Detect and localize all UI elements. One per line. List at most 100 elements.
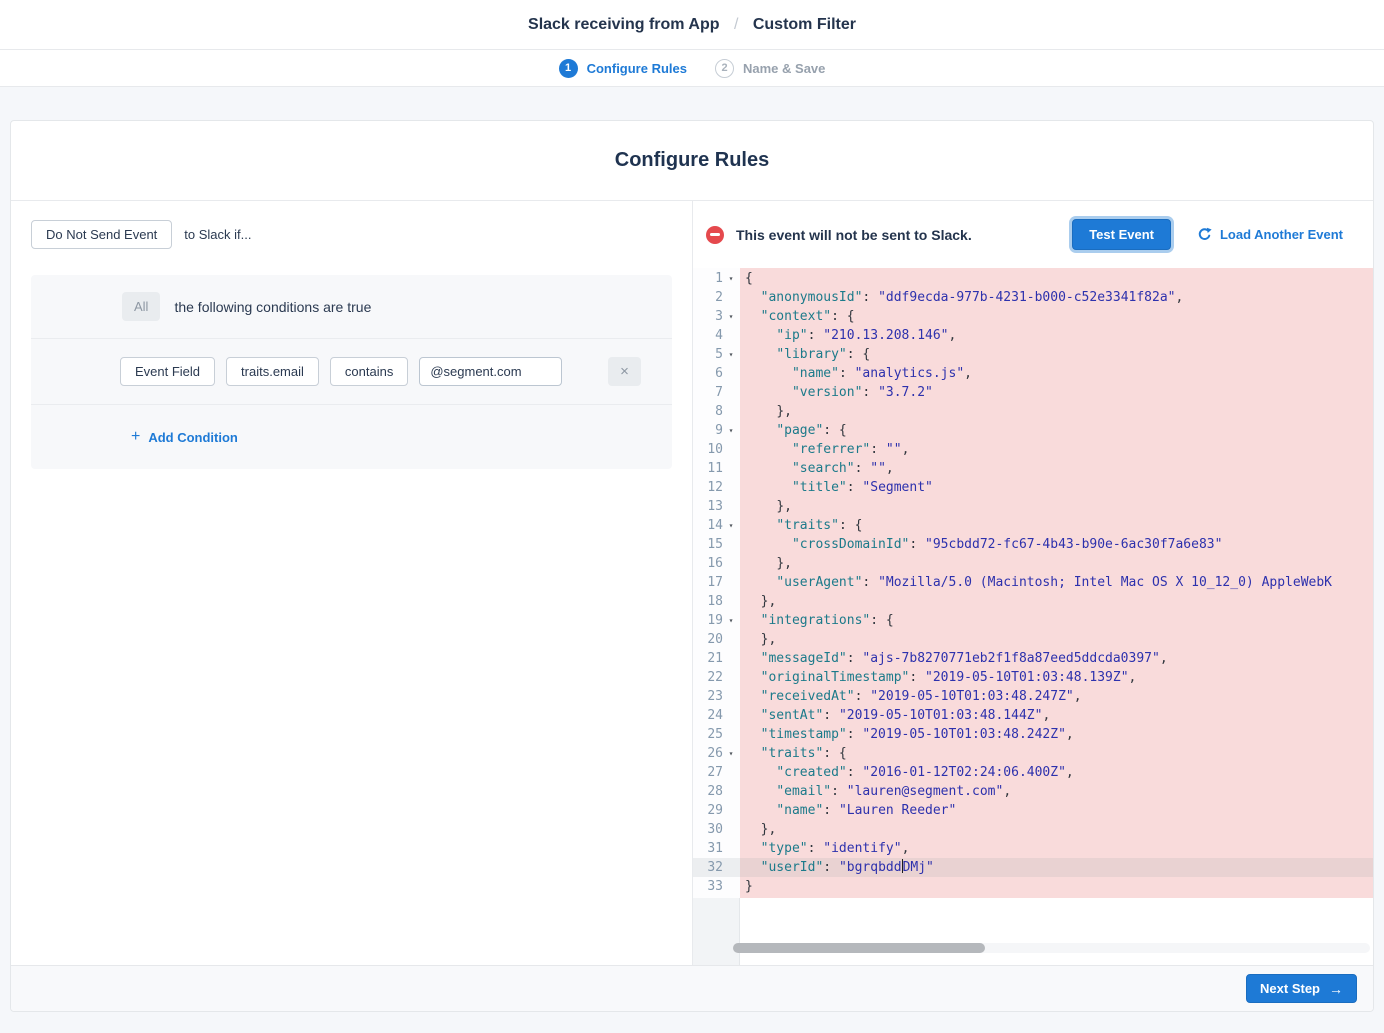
next-step-button[interactable]: Next Step →	[1246, 974, 1357, 1003]
code-line[interactable]: "search": "",	[740, 459, 1373, 478]
line-number: 15	[693, 537, 723, 552]
fold-arrow-icon[interactable]: ▾	[723, 426, 739, 435]
do-not-send-event-button[interactable]: Do Not Send Event	[31, 220, 172, 249]
fold-arrow-icon[interactable]: ▾	[723, 521, 739, 530]
gutter-line[interactable]: 15	[693, 535, 740, 554]
gutter-line[interactable]: 7	[693, 383, 740, 402]
code-line[interactable]: "integrations": {	[740, 611, 1373, 630]
gutter-line[interactable]: 24	[693, 706, 740, 725]
gutter-line[interactable]: 9▾	[693, 421, 740, 440]
gutter-line[interactable]: 8	[693, 402, 740, 421]
code-line[interactable]: "context": {	[740, 307, 1373, 326]
json-editor[interactable]: 1▾23▾45▾6789▾1011121314▾1516171819▾20212…	[693, 268, 1373, 965]
code-line[interactable]: "version": "3.7.2"	[740, 383, 1373, 402]
operator-button[interactable]: contains	[330, 357, 408, 386]
field-path-button[interactable]: traits.email	[226, 357, 319, 386]
code-line[interactable]: "timestamp": "2019-05-10T01:03:48.242Z",	[740, 725, 1373, 744]
code-line[interactable]: "originalTimestamp": "2019-05-10T01:03:4…	[740, 668, 1373, 687]
code-line[interactable]: "anonymousId": "ddf9ecda-977b-4231-b000-…	[740, 288, 1373, 307]
fold-arrow-icon[interactable]: ▾	[723, 350, 739, 359]
gutter-line[interactable]: 11	[693, 459, 740, 478]
horizontal-scrollbar[interactable]	[733, 943, 1370, 953]
code-line[interactable]: "receivedAt": "2019-05-10T01:03:48.247Z"…	[740, 687, 1373, 706]
code-line[interactable]: "userAgent": "Mozilla/5.0 (Macintosh; In…	[740, 573, 1373, 592]
line-number: 11	[693, 461, 723, 476]
gutter-line[interactable]: 4	[693, 326, 740, 345]
code-line[interactable]: "sentAt": "2019-05-10T01:03:48.144Z",	[740, 706, 1373, 725]
action-row: Do Not Send Event to Slack if...	[31, 220, 672, 249]
breadcrumb-primary[interactable]: Slack receiving from App	[528, 16, 719, 33]
code-line[interactable]: "ip": "210.13.208.146",	[740, 326, 1373, 345]
gutter-line[interactable]: 27	[693, 763, 740, 782]
fold-arrow-icon[interactable]: ▾	[723, 312, 739, 321]
gutter-line[interactable]: 30	[693, 820, 740, 839]
remove-condition-button[interactable]: ×	[608, 357, 641, 386]
test-event-button[interactable]: Test Event	[1072, 219, 1171, 250]
gutter-line[interactable]: 23	[693, 687, 740, 706]
code-line[interactable]: {	[740, 269, 1373, 288]
gutter-line[interactable]: 21	[693, 649, 740, 668]
fold-arrow-icon[interactable]: ▾	[723, 749, 739, 758]
editor-code[interactable]: { "anonymousId": "ddf9ecda-977b-4231-b00…	[740, 268, 1373, 898]
gutter-line[interactable]: 22	[693, 668, 740, 687]
code-line[interactable]: },	[740, 592, 1373, 611]
code-line[interactable]: "referrer": "",	[740, 440, 1373, 459]
gutter-line[interactable]: 25	[693, 725, 740, 744]
load-another-event-link[interactable]: Load Another Event	[1197, 227, 1343, 242]
gutter-line[interactable]: 13	[693, 497, 740, 516]
gutter-line[interactable]: 33	[693, 877, 740, 896]
code-line[interactable]: },	[740, 497, 1373, 516]
gutter-line[interactable]: 2	[693, 288, 740, 307]
step-name-save[interactable]: 2 Name & Save	[715, 59, 825, 78]
condition-value-input[interactable]	[419, 357, 562, 386]
gutter-line[interactable]: 14▾	[693, 516, 740, 535]
gutter-line[interactable]: 12	[693, 478, 740, 497]
code-line[interactable]: },	[740, 630, 1373, 649]
code-line[interactable]: },	[740, 402, 1373, 421]
event-field-button[interactable]: Event Field	[120, 357, 215, 386]
gutter-line[interactable]: 26▾	[693, 744, 740, 763]
match-all-chip[interactable]: All	[122, 292, 160, 321]
code-line[interactable]: },	[740, 820, 1373, 839]
code-line[interactable]: },	[740, 554, 1373, 573]
gutter-line[interactable]: 10	[693, 440, 740, 459]
code-line[interactable]: "name": "Lauren Reeder"	[740, 801, 1373, 820]
gutter-line[interactable]: 19▾	[693, 611, 740, 630]
configure-rules-card: Configure Rules Do Not Send Event to Sla…	[10, 120, 1374, 1012]
add-condition-button[interactable]: + Add Condition	[131, 429, 238, 445]
code-line[interactable]: "type": "identify",	[740, 839, 1373, 858]
code-line[interactable]: "email": "lauren@segment.com",	[740, 782, 1373, 801]
line-number: 2	[693, 290, 723, 305]
step-configure-rules[interactable]: 1 Configure Rules	[559, 59, 687, 78]
fold-arrow-icon[interactable]: ▾	[723, 274, 739, 283]
gutter-line[interactable]: 31	[693, 839, 740, 858]
gutter-line[interactable]: 28	[693, 782, 740, 801]
code-line[interactable]: "userId": "bgrqbddDMj"	[740, 858, 1373, 877]
gutter-line[interactable]: 20	[693, 630, 740, 649]
code-line[interactable]: "name": "analytics.js",	[740, 364, 1373, 383]
code-line[interactable]: "traits": {	[740, 744, 1373, 763]
plus-icon: +	[131, 429, 140, 445]
code-line[interactable]: "title": "Segment"	[740, 478, 1373, 497]
gutter-line[interactable]: 6	[693, 364, 740, 383]
gutter-line[interactable]: 29	[693, 801, 740, 820]
code-line[interactable]: "messageId": "ajs-7b8270771eb2f1f8a87eed…	[740, 649, 1373, 668]
gutter-line[interactable]: 16	[693, 554, 740, 573]
gutter-line[interactable]: 17	[693, 573, 740, 592]
code-line[interactable]: "page": {	[740, 421, 1373, 440]
gutter-line[interactable]: 1▾	[693, 269, 740, 288]
gutter-line[interactable]: 32	[693, 858, 740, 877]
scrollbar-thumb[interactable]	[733, 943, 985, 953]
code-line[interactable]: "traits": {	[740, 516, 1373, 535]
gutter-line[interactable]: 18	[693, 592, 740, 611]
next-step-label: Next Step	[1260, 981, 1320, 996]
line-number: 16	[693, 556, 723, 571]
code-line[interactable]: "library": {	[740, 345, 1373, 364]
fold-arrow-icon[interactable]: ▾	[723, 616, 739, 625]
gutter-line[interactable]: 5▾	[693, 345, 740, 364]
code-line[interactable]: "created": "2016-01-12T02:24:06.400Z",	[740, 763, 1373, 782]
line-number: 27	[693, 765, 723, 780]
gutter-line[interactable]: 3▾	[693, 307, 740, 326]
code-line[interactable]: "crossDomainId": "95cbdd72-fc67-4b43-b90…	[740, 535, 1373, 554]
code-line[interactable]: }	[740, 877, 1373, 896]
